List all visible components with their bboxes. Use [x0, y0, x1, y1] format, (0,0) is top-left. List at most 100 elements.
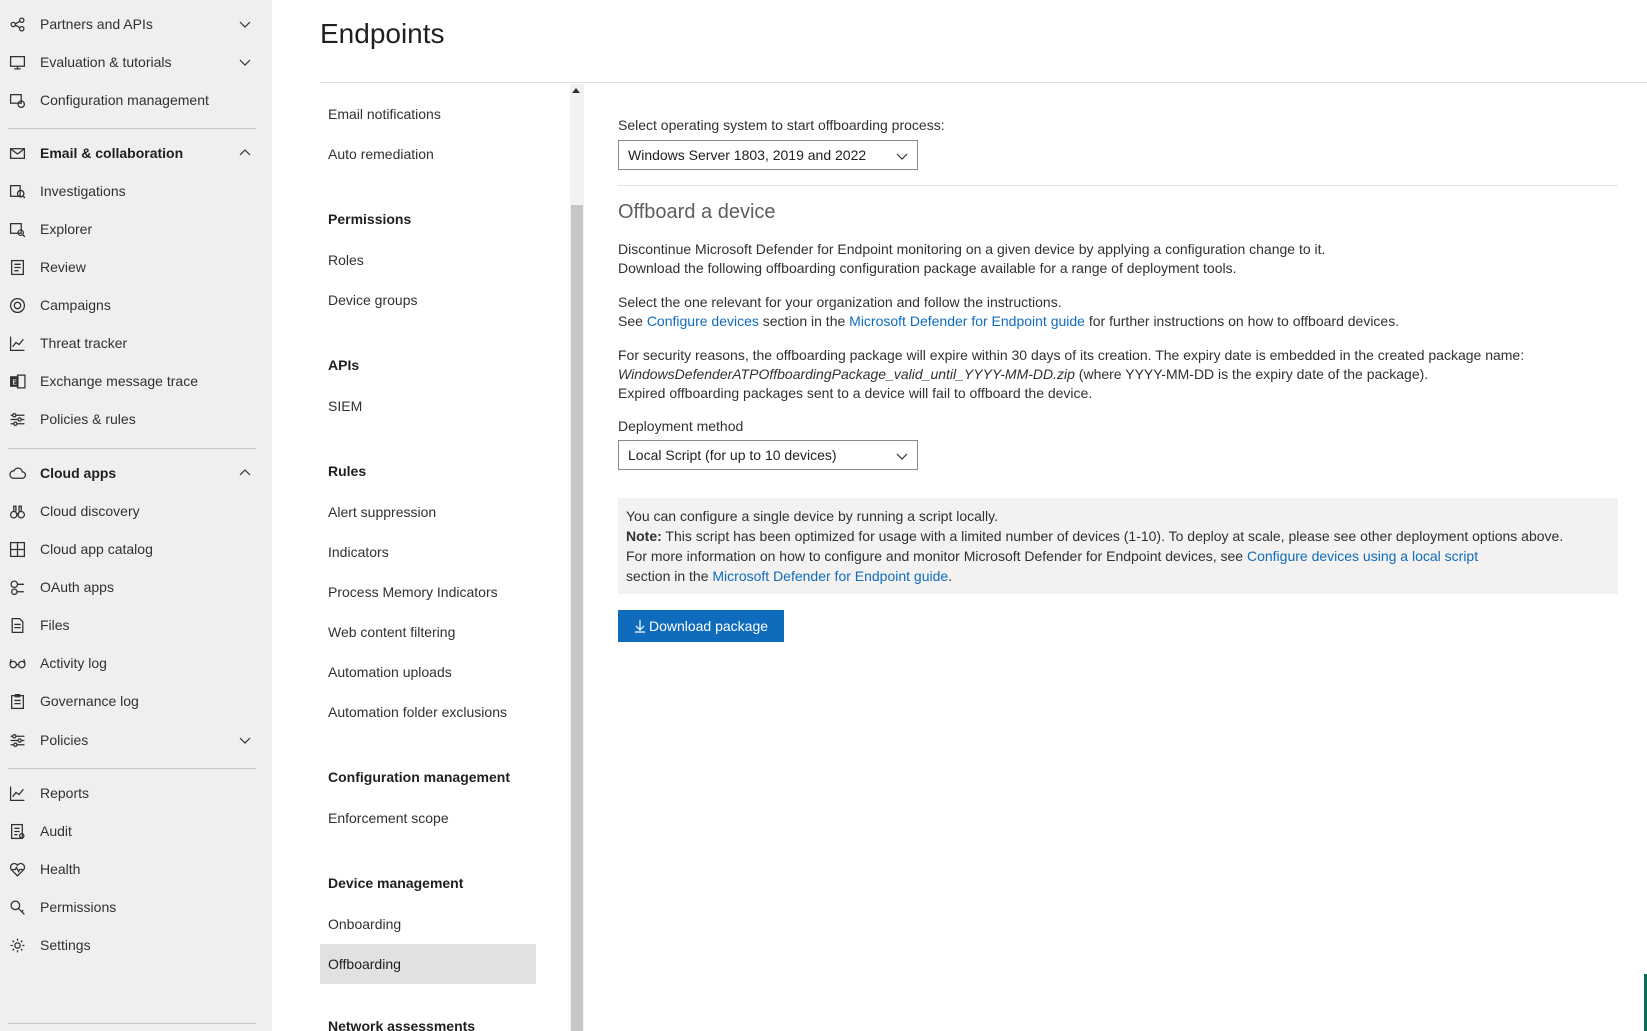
subnav-item-automation-uploads[interactable]: Automation uploads: [320, 652, 536, 692]
campaigns-icon: [8, 296, 26, 314]
nav-item-label: Health: [40, 861, 81, 877]
defender-guide-link[interactable]: Microsoft Defender for Endpoint guide: [849, 313, 1085, 329]
nav-divider: [8, 1023, 256, 1024]
nav-item-evaluation-tutorials[interactable]: Evaluation & tutorials: [0, 43, 272, 81]
nav-item-oauth-apps[interactable]: OAuth apps: [0, 568, 272, 606]
deployment-method-dropdown[interactable]: Local Script (for up to 10 devices): [618, 440, 918, 470]
nav-item-cloud-app-catalog[interactable]: Cloud app catalog: [0, 530, 272, 568]
configure-local-script-link[interactable]: Configure devices using a local script: [1247, 548, 1478, 564]
nav-item-label: Audit: [40, 823, 72, 839]
subnav-item-siem[interactable]: SIEM: [320, 386, 536, 426]
header-divider: [320, 82, 1647, 83]
nav-item-label: Evaluation & tutorials: [40, 54, 172, 70]
subnav-item-web-content-filtering[interactable]: Web content filtering: [320, 612, 536, 652]
local-script-info-box: You can configure a single device by run…: [618, 498, 1618, 594]
nav-item-reports[interactable]: Reports: [0, 774, 272, 812]
page-title: Endpoints: [320, 18, 445, 49]
reports-icon: [8, 784, 26, 802]
cloud-icon: [8, 464, 26, 482]
subnav-item-alert-suppression[interactable]: Alert suppression: [320, 492, 536, 532]
nav-section-cloud-apps[interactable]: Cloud apps: [0, 454, 272, 492]
policies-icon: [8, 731, 26, 749]
nav-item-explorer[interactable]: Explorer: [0, 210, 272, 248]
nav-item-governance-log[interactable]: Governance log: [0, 682, 272, 720]
security-line-3: Expired offboarding packages sent to a d…: [618, 385, 1093, 401]
download-package-button[interactable]: Download package: [618, 610, 784, 642]
permissions-icon: [8, 898, 26, 916]
subnav-heading-apis: APIs: [328, 357, 360, 373]
nav-divider: [8, 768, 256, 769]
evaluation-icon: [8, 53, 26, 71]
select-instructions: Select the one relevant for your organiz…: [618, 294, 1062, 310]
chevron-down-icon: [239, 21, 251, 28]
nav-item-activity-log[interactable]: Activity log: [0, 644, 272, 682]
files-icon: [8, 616, 26, 634]
subnav-item-automation-folder-exclusions[interactable]: Automation folder exclusions: [320, 692, 536, 732]
svg-text:E: E: [12, 377, 17, 386]
nav-item-cloud-discovery[interactable]: Cloud discovery: [0, 492, 272, 530]
security-line-2-suffix: (where YYYY-MM-DD is the expiry date of …: [1074, 366, 1429, 382]
subnav-item-auto-remediation[interactable]: Auto remediation: [320, 134, 536, 174]
subnav-item-indicators[interactable]: Indicators: [320, 532, 536, 572]
os-dropdown[interactable]: Windows Server 1803, 2019 and 2022: [618, 140, 918, 170]
audit-icon: [8, 822, 26, 840]
nav-section-label: Email & collaboration: [40, 145, 184, 161]
settings-subnav: Email notifications Auto remediation Per…: [320, 84, 584, 1031]
nav-item-policies-rules[interactable]: Policies & rules: [0, 400, 272, 438]
intro-line-1: Discontinue Microsoft Defender for Endpo…: [618, 241, 1326, 257]
nav-item-configuration-management[interactable]: Configuration management: [0, 81, 272, 119]
nav-item-review[interactable]: Review: [0, 248, 272, 286]
deployment-method-value: Local Script (for up to 10 devices): [628, 447, 837, 463]
left-navigation: Partners and APIs Evaluation & tutorials…: [0, 0, 272, 1031]
nav-section-email-collaboration[interactable]: Email & collaboration: [0, 134, 272, 172]
subnav-heading-configuration-management: Configuration management: [328, 769, 511, 785]
cloud-discovery-icon: [8, 502, 26, 520]
nav-item-permissions[interactable]: Permissions: [0, 888, 272, 926]
nav-divider: [8, 448, 256, 449]
subnav-item-email-notifications[interactable]: Email notifications: [320, 94, 536, 134]
note-label: Note:: [626, 528, 662, 544]
exchange-icon: E: [8, 372, 26, 390]
nav-item-policies[interactable]: Policies: [0, 721, 272, 759]
configure-devices-link[interactable]: Configure devices: [647, 313, 759, 329]
chevron-down-icon: [896, 153, 908, 160]
security-line-2: WindowsDefenderATPOffboardingPackage_val…: [618, 364, 1428, 384]
chevron-up-icon: [239, 469, 251, 476]
download-icon: [634, 620, 645, 633]
subnav-heading-rules: Rules: [328, 463, 367, 479]
nav-item-investigations[interactable]: Investigations: [0, 172, 272, 210]
see-suffix: for further instructions on how to offbo…: [1084, 313, 1400, 329]
nav-item-settings[interactable]: Settings: [0, 926, 272, 964]
nav-item-partners-and-apis[interactable]: Partners and APIs: [0, 5, 272, 43]
nav-item-label: Files: [40, 617, 70, 633]
nav-item-audit[interactable]: Audit: [0, 812, 272, 850]
chevron-up-icon: [239, 149, 251, 156]
content-divider: [618, 185, 1618, 186]
nav-item-label: Cloud discovery: [40, 503, 140, 519]
nav-item-label: Reports: [40, 785, 90, 801]
governance-log-icon: [8, 692, 26, 710]
subnav-item-roles[interactable]: Roles: [320, 240, 536, 280]
subnav-item-device-groups[interactable]: Device groups: [320, 280, 536, 320]
note-line-4: section in the Microsoft Defender for En…: [626, 566, 1610, 586]
app-catalog-icon: [8, 540, 26, 558]
subnav-item-process-memory-indicators[interactable]: Process Memory Indicators: [320, 572, 536, 612]
nav-item-threat-tracker[interactable]: Threat tracker: [0, 324, 272, 362]
nav-item-exchange-message-trace[interactable]: E Exchange message trace: [0, 362, 272, 400]
note-line-3-prefix: For more information on how to configure…: [626, 548, 1247, 564]
nav-item-health[interactable]: Health: [0, 850, 272, 888]
subnav-item-enforcement-scope[interactable]: Enforcement scope: [320, 798, 536, 838]
subnav-scrollbar-thumb[interactable]: [571, 205, 583, 1031]
defender-guide-link[interactable]: Microsoft Defender for Endpoint guide: [712, 568, 948, 584]
subnav-item-onboarding[interactable]: Onboarding: [320, 904, 536, 944]
nav-item-campaigns[interactable]: Campaigns: [0, 286, 272, 324]
nav-item-files[interactable]: Files: [0, 606, 272, 644]
scroll-up-arrow-icon[interactable]: [572, 88, 580, 93]
nav-item-label: Exchange message trace: [40, 373, 198, 389]
nav-item-label: Activity log: [40, 655, 107, 671]
explorer-icon: [8, 220, 26, 238]
health-icon: [8, 860, 26, 878]
subnav-item-offboarding[interactable]: Offboarding: [320, 944, 536, 984]
note-line-4-prefix: section in the: [626, 568, 713, 584]
see-prefix: See: [618, 313, 647, 329]
